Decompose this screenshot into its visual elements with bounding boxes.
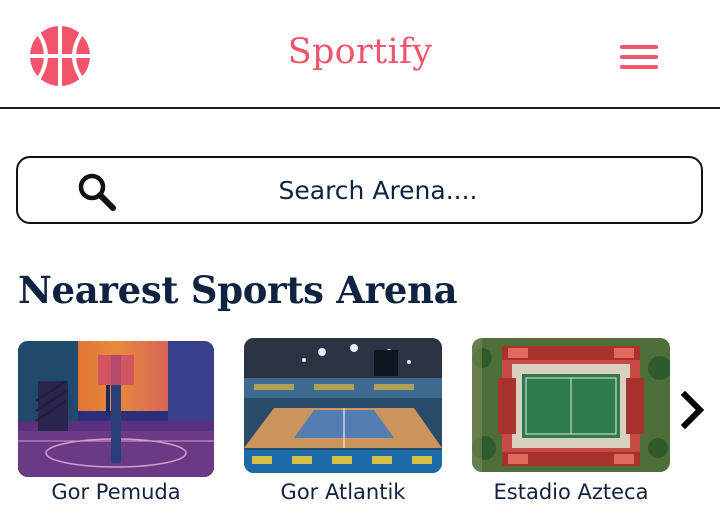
arena-name: Gor Atlantik	[280, 480, 406, 504]
arena-image	[472, 338, 670, 472]
search-icon	[78, 173, 116, 211]
search-bar[interactable]	[16, 156, 703, 224]
arena-name: Gor Pemuda	[51, 480, 181, 504]
app-title: Sportify	[287, 32, 433, 72]
section-title: Nearest Sports Arena	[18, 268, 458, 312]
chevron-right-icon[interactable]	[676, 390, 712, 430]
arena-name: Estadio Azteca	[493, 480, 649, 504]
arena-image	[244, 338, 442, 473]
arena-image	[18, 341, 214, 477]
hamburger-menu-icon[interactable]	[618, 43, 660, 71]
app-header: Sportify	[0, 0, 720, 109]
search-input[interactable]	[138, 168, 618, 212]
